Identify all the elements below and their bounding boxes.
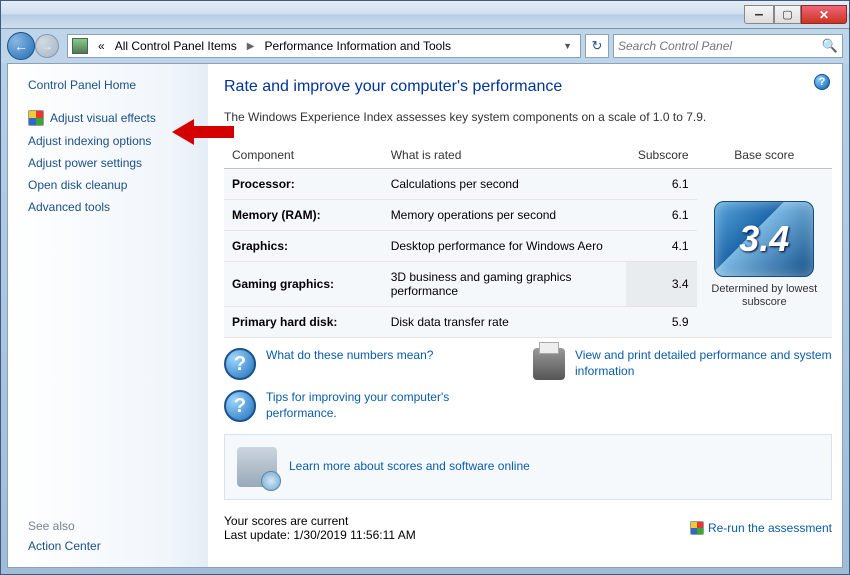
wei-table: Component What is rated Subscore Base sc… xyxy=(224,142,832,338)
control-panel-window: ← → « All Control Panel Items ▶ Performa… xyxy=(0,0,850,575)
close-button[interactable] xyxy=(801,5,847,24)
refresh-icon: ↻ xyxy=(592,38,603,54)
sidebar-link-adjust-power-settings[interactable]: Adjust power settings xyxy=(28,152,196,174)
rerun-label: Re-run the assessment xyxy=(708,521,832,535)
navbar: ← → « All Control Panel Items ▶ Performa… xyxy=(1,29,849,63)
refresh-button[interactable]: ↻ xyxy=(585,34,609,58)
page-subtitle: The Windows Experience Index assesses ke… xyxy=(224,110,832,124)
arrow-left-icon: ← xyxy=(14,38,28,54)
sidebar-link-label: Adjust power settings xyxy=(28,156,142,170)
cell-rated: Disk data transfer rate xyxy=(383,307,626,338)
titlebar xyxy=(1,1,849,29)
see-also-section: See also Action Center xyxy=(28,519,101,553)
cell-component: Memory (RAM): xyxy=(224,200,383,231)
search-icon[interactable]: 🔍 xyxy=(822,38,838,54)
content-area: Control Panel Home Adjust visual effects… xyxy=(7,63,843,568)
main-panel: ? Rate and improve your computer's perfo… xyxy=(208,64,842,567)
cell-subscore: 5.9 xyxy=(626,307,697,338)
breadcrumb: « All Control Panel Items ▶ Performance … xyxy=(94,37,455,55)
cell-subscore: 6.1 xyxy=(626,200,697,231)
printer-icon xyxy=(533,348,565,380)
view-print-link[interactable]: View and print detailed performance and … xyxy=(575,348,832,379)
search-input[interactable] xyxy=(618,39,822,53)
numbers-mean-link[interactable]: What do these numbers mean? xyxy=(266,348,433,364)
col-component: Component xyxy=(224,142,383,169)
address-bar[interactable]: « All Control Panel Items ▶ Performance … xyxy=(67,34,581,58)
question-icon: ? xyxy=(224,390,256,422)
last-update-text: Last update: 1/30/2019 11:56:11 AM xyxy=(224,528,690,542)
sidebar: Control Panel Home Adjust visual effects… xyxy=(8,64,208,567)
base-score-badge: 3.4 xyxy=(714,201,814,277)
forward-button[interactable]: → xyxy=(35,34,59,58)
base-score-label: Determined by lowest subscore xyxy=(701,283,828,309)
cell-component: Graphics: xyxy=(224,231,383,262)
back-button[interactable]: ← xyxy=(7,32,35,60)
base-score-cell: 3.4 Determined by lowest subscore xyxy=(697,169,832,338)
col-base: Base score xyxy=(697,142,832,169)
maximize-button[interactable] xyxy=(774,5,801,24)
breadcrumb-prefix[interactable]: « xyxy=(94,37,109,55)
col-rated: What is rated xyxy=(383,142,626,169)
table-row: Processor:Calculations per second6.13.4D… xyxy=(224,169,832,200)
scores-current-text: Your scores are current xyxy=(224,514,690,528)
view-print-item: View and print detailed performance and … xyxy=(533,348,832,380)
cell-subscore: 6.1 xyxy=(626,169,697,200)
cell-component: Primary hard disk: xyxy=(224,307,383,338)
cell-subscore: 3.4 xyxy=(626,262,697,307)
breadcrumb-all-items[interactable]: All Control Panel Items xyxy=(111,37,241,55)
sidebar-link-open-disk-cleanup[interactable]: Open disk cleanup xyxy=(28,174,196,196)
shield-icon xyxy=(690,521,704,535)
tips-link[interactable]: Tips for improving your computer's perfo… xyxy=(266,390,523,421)
sidebar-link-adjust-visual-effects[interactable]: Adjust visual effects xyxy=(28,106,196,130)
sidebar-link-label: Adjust indexing options xyxy=(28,134,151,148)
software-icon xyxy=(237,447,277,487)
cell-component: Processor: xyxy=(224,169,383,200)
cell-subscore: 4.1 xyxy=(626,231,697,262)
col-subscore: Subscore xyxy=(626,142,697,169)
table-header-row: Component What is rated Subscore Base sc… xyxy=(224,142,832,169)
action-center-link[interactable]: Action Center xyxy=(28,539,101,553)
arrow-right-icon: → xyxy=(41,39,53,53)
annotation-arrow xyxy=(172,119,234,145)
tips-item: ? Tips for improving your computer's per… xyxy=(224,390,523,422)
sidebar-link-label: Adjust visual effects xyxy=(50,111,156,125)
sidebar-link-advanced-tools[interactable]: Advanced tools xyxy=(28,196,196,218)
minimize-button[interactable] xyxy=(744,5,774,24)
address-dropdown[interactable]: ▼ xyxy=(559,41,576,51)
cell-rated: Desktop performance for Windows Aero xyxy=(383,231,626,262)
location-icon xyxy=(72,38,88,54)
cell-rated: Calculations per second xyxy=(383,169,626,200)
help-links-row: ? What do these numbers mean? ? Tips for… xyxy=(224,348,832,422)
page-title: Rate and improve your computer's perform… xyxy=(224,78,832,96)
question-icon: ? xyxy=(224,348,256,380)
search-box[interactable]: 🔍 xyxy=(613,34,843,58)
rerun-assessment-link[interactable]: Re-run the assessment xyxy=(690,521,832,535)
help-icon[interactable]: ? xyxy=(814,74,830,90)
sidebar-link-adjust-indexing-options[interactable]: Adjust indexing options xyxy=(28,130,196,152)
numbers-mean-item: ? What do these numbers mean? xyxy=(224,348,523,380)
control-panel-home-link[interactable]: Control Panel Home xyxy=(28,78,196,92)
learn-more-box: Learn more about scores and software onl… xyxy=(224,434,832,500)
cell-component: Gaming graphics: xyxy=(224,262,383,307)
chevron-right-icon[interactable]: ▶ xyxy=(243,41,259,52)
footer-row: Your scores are current Last update: 1/3… xyxy=(224,514,832,542)
breadcrumb-perf-tools[interactable]: Performance Information and Tools xyxy=(260,37,455,55)
see-also-label: See also xyxy=(28,519,101,533)
cell-rated: 3D business and gaming graphics performa… xyxy=(383,262,626,307)
learn-more-link[interactable]: Learn more about scores and software onl… xyxy=(289,459,530,475)
cell-rated: Memory operations per second xyxy=(383,200,626,231)
sidebar-link-label: Advanced tools xyxy=(28,200,110,214)
sidebar-link-label: Open disk cleanup xyxy=(28,178,127,192)
